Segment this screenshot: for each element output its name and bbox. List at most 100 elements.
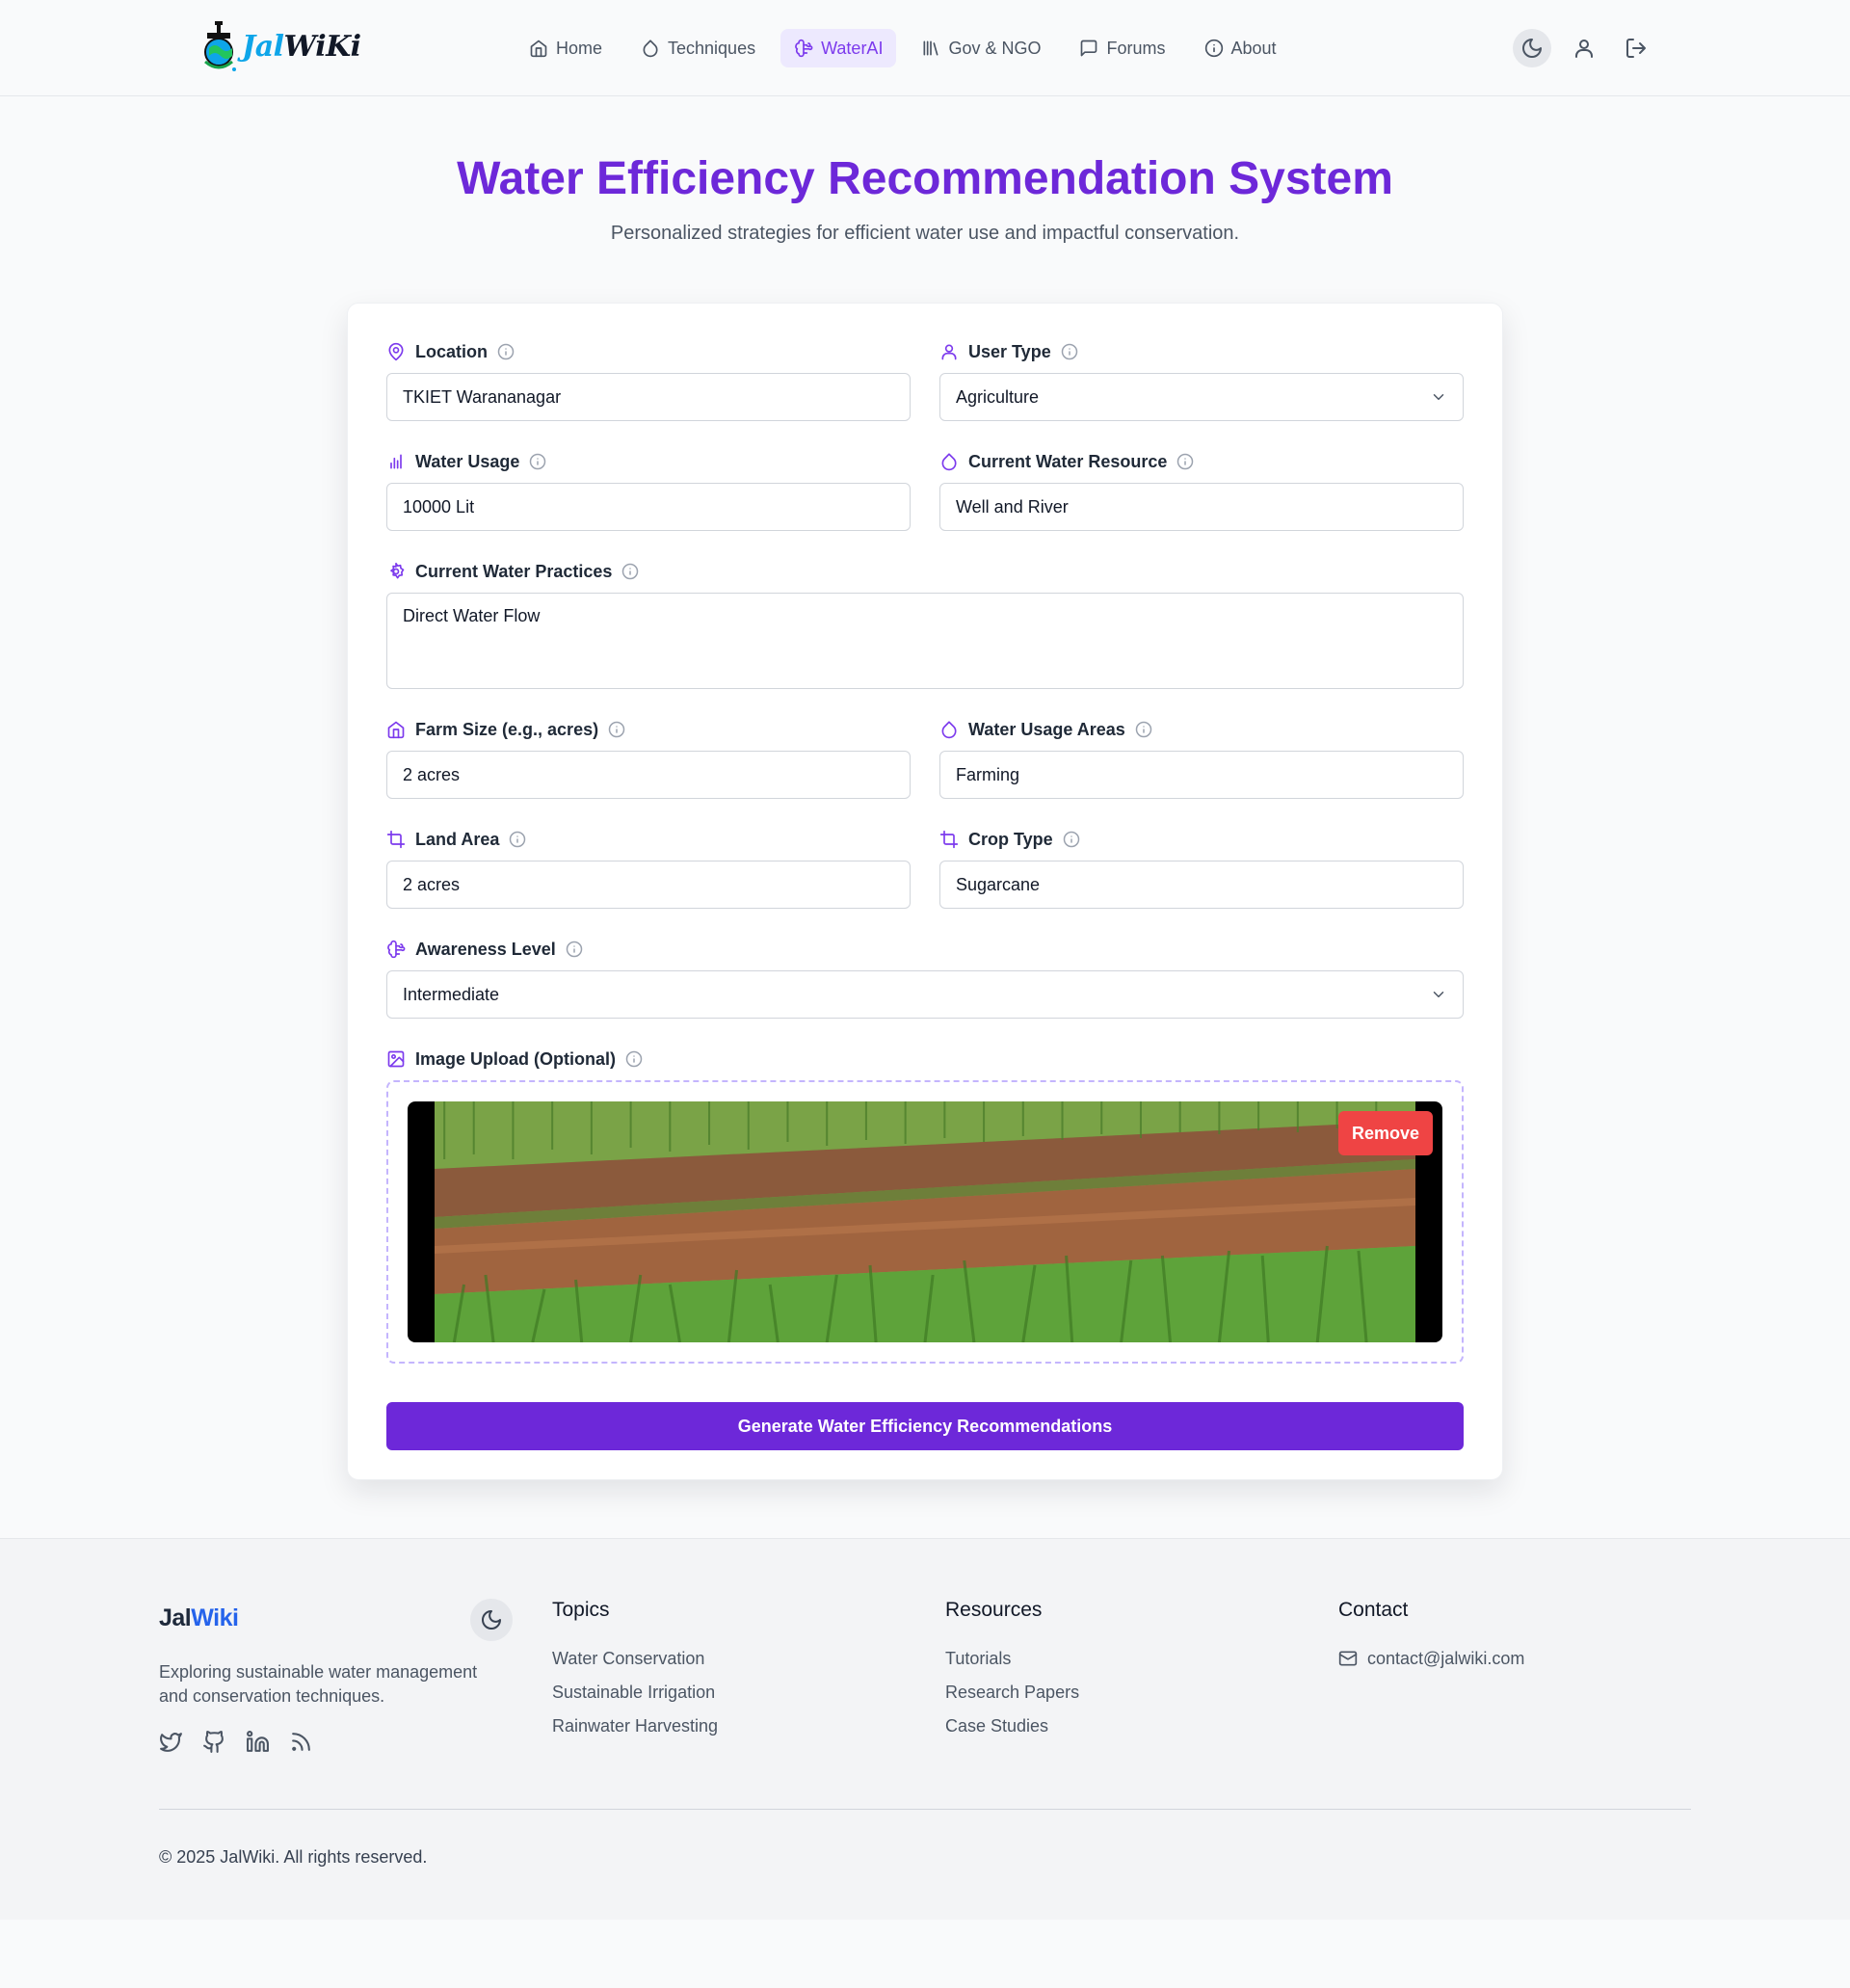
water-resource-label-text: Current Water Resource bbox=[968, 451, 1168, 471]
user-type-select[interactable]: Agriculture bbox=[939, 373, 1464, 421]
info-icon[interactable] bbox=[1061, 343, 1078, 360]
remove-image-button[interactable]: Remove bbox=[1337, 1111, 1433, 1155]
user-type-label-text: User Type bbox=[968, 341, 1051, 361]
water-usage-label: Water Usage bbox=[386, 450, 911, 473]
land-area-value: 2 acres bbox=[403, 874, 461, 894]
info-icon[interactable] bbox=[1063, 831, 1080, 848]
practices-textarea[interactable]: Direct Water Flow bbox=[386, 593, 1464, 689]
user-icon bbox=[1572, 37, 1596, 60]
location-field-group: Location TKIET Warananagar bbox=[386, 340, 911, 421]
social-links bbox=[159, 1730, 313, 1754]
info-icon[interactable] bbox=[509, 831, 526, 848]
map-pin-icon bbox=[386, 342, 406, 361]
practices-value: Direct Water Flow bbox=[403, 606, 541, 625]
nav-waterai[interactable]: WaterAI bbox=[780, 29, 897, 67]
nav-about-label: About bbox=[1230, 38, 1277, 58]
water-usage-input[interactable]: 10000 Lit bbox=[386, 483, 911, 531]
crop-type-label-text: Crop Type bbox=[968, 829, 1053, 849]
info-icon[interactable] bbox=[625, 1050, 643, 1068]
location-value: TKIET Warananagar bbox=[403, 386, 562, 407]
mail-icon bbox=[1338, 1649, 1358, 1668]
nav-techniques-label: Techniques bbox=[668, 38, 756, 58]
awareness-label: Awareness Level bbox=[386, 938, 1464, 961]
practices-label: Current Water Practices bbox=[386, 560, 1464, 583]
awareness-select[interactable]: Intermediate bbox=[386, 970, 1464, 1019]
recommendation-form: Location TKIET Warananagar User Type Agr… bbox=[347, 303, 1503, 1480]
message-square-icon bbox=[1079, 39, 1098, 58]
water-resource-input[interactable]: Well and River bbox=[939, 483, 1464, 531]
usage-areas-label-text: Water Usage Areas bbox=[968, 719, 1125, 739]
footer-brand-b: Wiki bbox=[191, 1604, 239, 1631]
logo-text: JalWiKi bbox=[242, 30, 361, 64]
rss-icon[interactable] bbox=[289, 1730, 313, 1754]
footer-topics-title: Topics bbox=[552, 1599, 610, 1621]
crop-type-value: Sugarcane bbox=[956, 874, 1041, 894]
nav-forums-label: Forums bbox=[1106, 38, 1166, 58]
footer-link[interactable]: Water Conservation bbox=[552, 1641, 718, 1675]
linkedin-icon[interactable] bbox=[246, 1730, 270, 1754]
water-usage-value: 10000 Lit bbox=[403, 496, 475, 517]
sugarcane-field-image bbox=[435, 1101, 1415, 1342]
generate-recommendations-button[interactable]: Generate Water Efficiency Recommendation… bbox=[386, 1402, 1464, 1450]
settings-icon bbox=[386, 562, 406, 581]
image-preview: Remove bbox=[408, 1101, 1442, 1342]
usage-areas-field-group: Water Usage Areas Farming bbox=[939, 718, 1464, 799]
logo-wiki: WiKi bbox=[283, 29, 362, 64]
footer-description: Exploring sustainable water management a… bbox=[159, 1662, 478, 1706]
info-icon[interactable] bbox=[621, 563, 639, 580]
twitter-icon[interactable] bbox=[159, 1730, 183, 1754]
info-icon[interactable] bbox=[529, 453, 546, 470]
nav-waterai-label: WaterAI bbox=[821, 38, 884, 58]
info-icon[interactable] bbox=[1176, 453, 1194, 470]
crop-type-input[interactable]: Sugarcane bbox=[939, 861, 1464, 909]
image-icon bbox=[386, 1049, 406, 1069]
nav-techniques[interactable]: Techniques bbox=[627, 29, 769, 67]
footer-theme-toggle-button[interactable] bbox=[470, 1599, 513, 1641]
crop-icon bbox=[386, 830, 406, 849]
profile-button[interactable] bbox=[1565, 29, 1603, 67]
footer-link[interactable]: Rainwater Harvesting bbox=[552, 1709, 718, 1742]
nav-about[interactable]: About bbox=[1191, 29, 1290, 67]
footer-link[interactable]: Sustainable Irrigation bbox=[552, 1675, 718, 1709]
image-dropzone[interactable]: Remove bbox=[386, 1080, 1464, 1364]
github-icon[interactable] bbox=[202, 1730, 226, 1754]
footer-resources: Resources Tutorials Research Papers Case… bbox=[945, 1599, 1079, 1742]
water-tap-globe-icon bbox=[198, 19, 240, 73]
logo[interactable]: JalWiKi bbox=[198, 19, 361, 73]
farm-size-input[interactable]: 2 acres bbox=[386, 751, 911, 799]
footer-link[interactable]: Tutorials bbox=[945, 1641, 1079, 1675]
footer-link[interactable]: Research Papers bbox=[945, 1675, 1079, 1709]
info-icon[interactable] bbox=[566, 941, 583, 958]
farm-size-value: 2 acres bbox=[403, 764, 461, 784]
image-upload-label: Image Upload (Optional) bbox=[386, 1047, 1464, 1071]
crop-type-field-group: Crop Type Sugarcane bbox=[939, 828, 1464, 909]
user-icon bbox=[939, 342, 959, 361]
footer-topics: Topics Water Conservation Sustainable Ir… bbox=[552, 1599, 718, 1742]
usage-areas-label: Water Usage Areas bbox=[939, 718, 1464, 741]
land-area-label: Land Area bbox=[386, 828, 911, 851]
nav-forums[interactable]: Forums bbox=[1066, 29, 1178, 67]
land-area-input[interactable]: 2 acres bbox=[386, 861, 911, 909]
theme-toggle-button[interactable] bbox=[1513, 29, 1551, 67]
droplet-icon bbox=[641, 39, 660, 58]
chevron-down-icon bbox=[1430, 388, 1447, 406]
info-icon[interactable] bbox=[608, 721, 625, 738]
usage-areas-value: Farming bbox=[956, 764, 1020, 784]
nav-home[interactable]: Home bbox=[515, 29, 616, 67]
footer-email-link[interactable]: contact@jalwiki.com bbox=[1338, 1641, 1524, 1675]
location-input[interactable]: TKIET Warananagar bbox=[386, 373, 911, 421]
water-usage-field-group: Water Usage 10000 Lit bbox=[386, 450, 911, 531]
logout-button[interactable] bbox=[1617, 29, 1655, 67]
info-icon[interactable] bbox=[497, 343, 515, 360]
nav-gov-ngo[interactable]: Gov & NGO bbox=[908, 29, 1054, 67]
page-title: Water Efficiency Recommendation System bbox=[457, 153, 1393, 204]
awareness-field-group: Awareness Level Intermediate bbox=[386, 938, 1464, 1019]
navbar: JalWiKi Home Techniques WaterAI Gov & NG… bbox=[0, 0, 1850, 96]
usage-areas-input[interactable]: Farming bbox=[939, 751, 1464, 799]
droplet-icon bbox=[939, 720, 959, 739]
footer-brand-a: Jal bbox=[159, 1604, 192, 1631]
main-nav: Home Techniques WaterAI Gov & NGO Forums… bbox=[515, 29, 1290, 67]
info-icon bbox=[1204, 39, 1224, 58]
footer-link[interactable]: Case Studies bbox=[945, 1709, 1079, 1742]
info-icon[interactable] bbox=[1135, 721, 1152, 738]
